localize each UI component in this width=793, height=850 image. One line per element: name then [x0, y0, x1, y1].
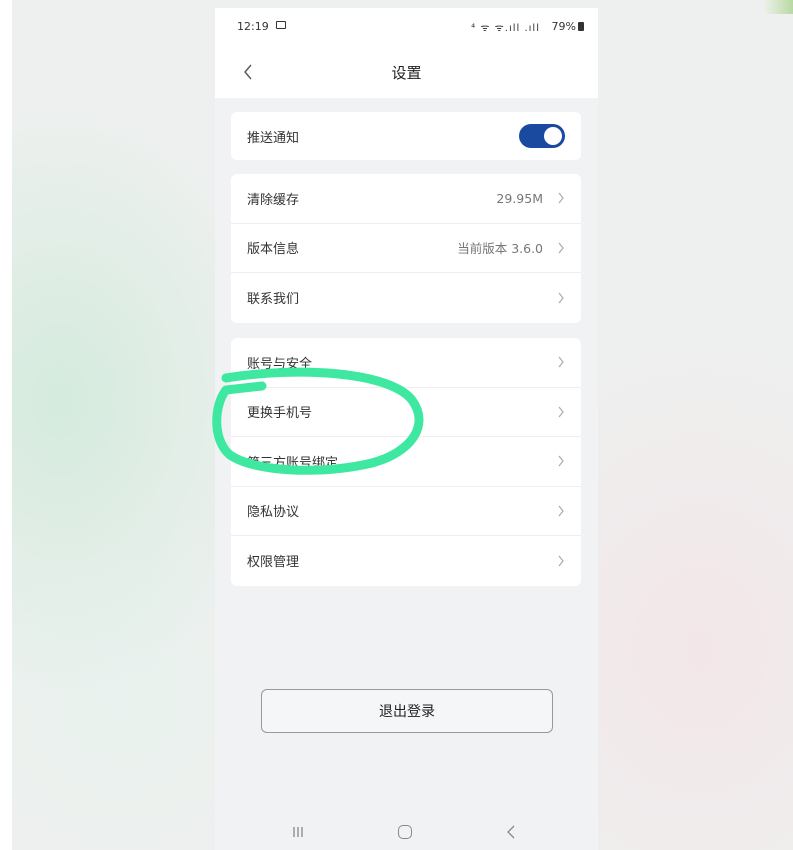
- page-title: 设置: [391, 64, 422, 82]
- setting-row-contact-us[interactable]: 联系我们: [231, 273, 581, 323]
- setting-row-push-notification[interactable]: 推送通知: [231, 112, 581, 160]
- setting-label: 推送通知: [247, 130, 300, 146]
- setting-label: 联系我们: [247, 292, 300, 308]
- setting-row-clear-cache[interactable]: 清除缓存 29.95M: [231, 174, 581, 224]
- chevron-right-icon: [558, 356, 564, 368]
- background-edge: [0, 0, 12, 850]
- chevron-right-icon: [558, 192, 564, 204]
- phone-screen: 12:19 ⁴ ᯤ ᯤ.ıll .ıll 79% 设置 推送通知 清除缓存 29…: [215, 8, 598, 850]
- settings-group-notifications: 推送通知: [231, 112, 581, 160]
- nav-bar: 设置: [215, 46, 598, 98]
- settings-group-app: 清除缓存 29.95M 版本信息 当前版本 3.6.0 联系我们: [231, 174, 581, 323]
- setting-label: 版本信息: [247, 242, 300, 258]
- status-time: 12:19: [237, 20, 269, 33]
- setting-row-privacy-policy[interactable]: 隐私协议: [231, 487, 581, 536]
- setting-row-version-info[interactable]: 版本信息 当前版本 3.6.0: [231, 224, 581, 273]
- setting-row-permissions[interactable]: 权限管理: [231, 536, 581, 586]
- chevron-right-icon: [558, 455, 564, 467]
- settings-group-account: 账号与安全 更换手机号 第三方账号绑定 隐私协议 权限管理: [231, 338, 581, 586]
- signal-icon: ⁴ ᯤ ᯤ.ıll .ıll: [471, 23, 540, 34]
- background-corner: [763, 0, 793, 14]
- message-icon: [276, 21, 286, 29]
- system-back-icon[interactable]: [506, 824, 516, 840]
- status-bar: 12:19 ⁴ ᯤ ᯤ.ıll .ıll 79%: [215, 8, 598, 46]
- chevron-right-icon: [558, 505, 564, 517]
- battery-level: 79%: [551, 20, 576, 33]
- chevron-right-icon: [558, 292, 564, 304]
- push-notification-toggle[interactable]: [519, 124, 565, 148]
- setting-label: 隐私协议: [247, 505, 300, 521]
- setting-label: 权限管理: [247, 555, 300, 571]
- setting-label: 第三方账号绑定: [247, 455, 339, 471]
- logout-button[interactable]: 退出登录: [261, 689, 553, 733]
- chevron-right-icon: [558, 242, 564, 254]
- battery-icon: [578, 22, 584, 31]
- chevron-right-icon: [558, 406, 564, 418]
- setting-label: 账号与安全: [247, 356, 313, 372]
- setting-row-account-security[interactable]: 账号与安全: [231, 338, 581, 388]
- setting-row-third-party-binding[interactable]: 第三方账号绑定: [231, 437, 581, 487]
- recent-apps-icon[interactable]: [291, 826, 305, 838]
- setting-label: 清除缓存: [247, 192, 300, 208]
- version-value: 当前版本 3.6.0: [457, 241, 543, 257]
- toggle-knob: [544, 127, 562, 145]
- chevron-right-icon: [558, 555, 564, 567]
- home-icon[interactable]: [398, 825, 412, 839]
- setting-label: 更换手机号: [247, 406, 313, 422]
- setting-row-change-phone[interactable]: 更换手机号: [231, 388, 581, 437]
- cache-size: 29.95M: [496, 190, 543, 206]
- system-nav-bar: [215, 808, 598, 850]
